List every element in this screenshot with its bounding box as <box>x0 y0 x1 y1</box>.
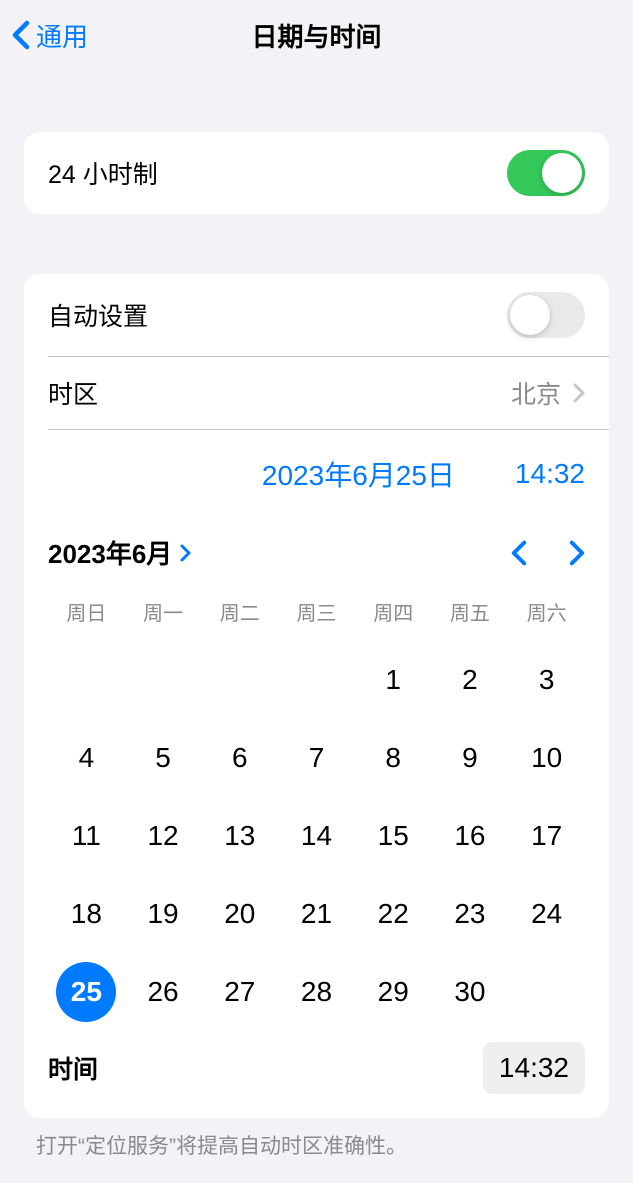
label-auto-set: 自动设置 <box>48 297 148 333</box>
label-timezone: 时区 <box>48 375 98 411</box>
weekday-header: 周四 <box>355 591 432 632</box>
day-cell[interactable]: 20 <box>201 888 278 940</box>
day-cell[interactable]: 19 <box>125 888 202 940</box>
day-cell[interactable]: 16 <box>432 810 509 862</box>
row-timezone[interactable]: 时区 北京 <box>24 357 609 429</box>
day-cell[interactable]: 13 <box>201 810 278 862</box>
day-cell[interactable]: 8 <box>355 732 432 784</box>
weekday-header: 周二 <box>201 591 278 632</box>
value-timezone: 北京 <box>511 375 561 411</box>
day-cell[interactable]: 17 <box>508 810 585 862</box>
day-cell[interactable]: 10 <box>508 732 585 784</box>
selected-date[interactable]: 2023年6月25日 <box>262 454 455 494</box>
page-title: 日期与时间 <box>251 17 381 54</box>
row-24-hour: 24 小时制 <box>24 132 609 214</box>
chevron-left-icon <box>511 540 527 566</box>
month-label: 2023年6月 <box>48 534 172 571</box>
weekday-header: 周五 <box>432 591 509 632</box>
selected-date-time-row: 2023年6月25日 14:32 <box>24 430 609 514</box>
day-empty <box>48 654 125 706</box>
day-cell[interactable]: 30 <box>432 966 509 1018</box>
back-button[interactable]: 通用 <box>0 17 88 54</box>
day-empty <box>278 654 355 706</box>
chevron-right-icon <box>569 540 585 566</box>
weekday-header: 周三 <box>278 591 355 632</box>
switch-knob <box>510 295 550 335</box>
day-cell[interactable]: 28 <box>278 966 355 1018</box>
time-picker[interactable]: 14:32 <box>483 1042 585 1094</box>
weekday-header: 周一 <box>125 591 202 632</box>
day-cell[interactable]: 5 <box>125 732 202 784</box>
chevron-right-icon <box>180 543 192 563</box>
weekday-header: 周日 <box>48 591 125 632</box>
calendar: 2023年6月 周日周一周二周三周四周五周六 1234567 <box>24 514 609 1118</box>
back-label: 通用 <box>36 17 88 54</box>
day-cell[interactable]: 12 <box>125 810 202 862</box>
weekday-header: 周六 <box>508 591 585 632</box>
switch-auto-set[interactable] <box>507 292 585 338</box>
day-cell[interactable]: 4 <box>48 732 125 784</box>
day-cell[interactable]: 7 <box>278 732 355 784</box>
next-month-button[interactable] <box>569 540 585 566</box>
day-cell[interactable]: 9 <box>432 732 509 784</box>
day-cell[interactable]: 3 <box>508 654 585 706</box>
row-auto-set: 自动设置 <box>24 274 609 356</box>
day-cell[interactable]: 11 <box>48 810 125 862</box>
day-cell[interactable]: 1 <box>355 654 432 706</box>
day-cell[interactable]: 22 <box>355 888 432 940</box>
day-cell[interactable]: 25 <box>48 966 125 1018</box>
day-cell[interactable]: 6 <box>201 732 278 784</box>
day-cell[interactable]: 18 <box>48 888 125 940</box>
label-24-hour: 24 小时制 <box>48 155 158 191</box>
day-cell[interactable]: 23 <box>432 888 509 940</box>
day-cell[interactable]: 2 <box>432 654 509 706</box>
selected-time[interactable]: 14:32 <box>515 458 585 490</box>
month-picker[interactable]: 2023年6月 <box>48 534 192 571</box>
switch-knob <box>542 153 582 193</box>
day-cell[interactable]: 15 <box>355 810 432 862</box>
chevron-left-icon <box>12 20 30 50</box>
day-cell[interactable]: 21 <box>278 888 355 940</box>
day-cell[interactable]: 27 <box>201 966 278 1018</box>
day-cell[interactable]: 29 <box>355 966 432 1018</box>
chevron-right-icon <box>573 383 585 403</box>
switch-24-hour[interactable] <box>507 150 585 196</box>
day-cell[interactable]: 14 <box>278 810 355 862</box>
day-cell[interactable]: 26 <box>125 966 202 1018</box>
footer-note: 打开“定位服务”将提高自动时区准确性。 <box>0 1118 633 1160</box>
day-empty <box>201 654 278 706</box>
day-cell[interactable]: 24 <box>508 888 585 940</box>
time-label: 时间 <box>48 1050 98 1086</box>
day-empty <box>125 654 202 706</box>
prev-month-button[interactable] <box>511 540 527 566</box>
